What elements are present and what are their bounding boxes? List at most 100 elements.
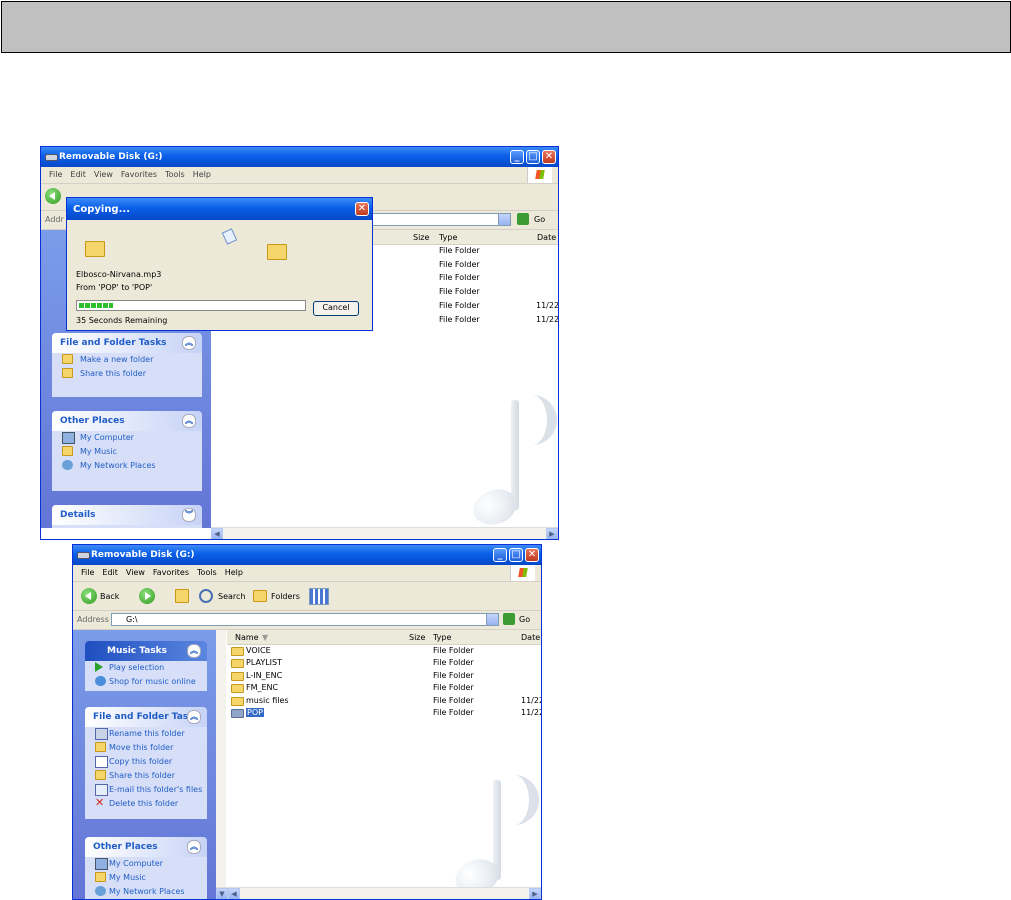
task-move-folder[interactable]: Move this folder bbox=[85, 741, 207, 755]
scroll-left-icon[interactable]: ◀ bbox=[228, 888, 240, 899]
column-type[interactable]: Type bbox=[433, 633, 451, 642]
task-shop-music-online[interactable]: Shop for music online bbox=[85, 675, 207, 689]
title-bar[interactable]: Removable Disk (G:) _ □ ✕ bbox=[41, 147, 558, 167]
task-pane-scrollbar[interactable] bbox=[216, 630, 226, 890]
share-folder-icon bbox=[62, 368, 73, 378]
menu-favorites[interactable]: Favorites bbox=[153, 568, 189, 577]
delete-icon: ✕ bbox=[95, 796, 105, 809]
expand-icon[interactable]: ︾ bbox=[182, 508, 196, 522]
place-my-computer[interactable]: My Computer bbox=[52, 431, 202, 445]
go-arrow-icon[interactable] bbox=[503, 613, 515, 625]
menu-edit[interactable]: Edit bbox=[102, 568, 118, 577]
search-icon[interactable] bbox=[199, 589, 213, 603]
table-row[interactable]: POP File Folder 11/22, bbox=[231, 708, 541, 720]
close-button[interactable]: ✕ bbox=[542, 150, 556, 164]
row-name: FM_ENC bbox=[246, 683, 279, 693]
table-row[interactable]: PLAYLIST File Folder bbox=[231, 658, 539, 670]
table-row[interactable]: FM_ENC File Folder bbox=[231, 683, 539, 695]
copy-icon bbox=[95, 756, 108, 768]
menu-help[interactable]: Help bbox=[193, 170, 211, 179]
menu-file[interactable]: File bbox=[49, 170, 62, 179]
close-button[interactable]: ✕ bbox=[355, 202, 369, 216]
column-type[interactable]: Type bbox=[439, 233, 457, 242]
maximize-button[interactable]: □ bbox=[509, 548, 523, 562]
copy-from-to: From 'POP' to 'POP' bbox=[76, 283, 153, 292]
go-label[interactable]: Go bbox=[519, 615, 530, 624]
task-play-selection[interactable]: Play selection bbox=[85, 661, 207, 675]
task-make-new-folder[interactable]: Make a new folder bbox=[52, 353, 202, 367]
menu-view[interactable]: View bbox=[94, 170, 113, 179]
search-button[interactable]: Search bbox=[218, 592, 245, 601]
row-type: File Folder bbox=[433, 695, 474, 705]
place-my-computer[interactable]: My Computer bbox=[85, 857, 207, 871]
chevron-down-icon[interactable] bbox=[498, 214, 510, 225]
task-rename-folder[interactable]: Rename this folder bbox=[85, 727, 207, 741]
minimize-button[interactable]: _ bbox=[493, 548, 507, 562]
task-delete-folder[interactable]: ✕ Delete this folder bbox=[85, 797, 207, 811]
task-pane: Music Tasks ︽ Play selection Shop for mus… bbox=[73, 630, 216, 899]
menu-file[interactable]: File bbox=[81, 568, 94, 577]
maximize-button[interactable]: □ bbox=[526, 150, 540, 164]
forward-icon[interactable] bbox=[139, 588, 155, 604]
close-button[interactable]: ✕ bbox=[525, 548, 539, 562]
music-note-watermark bbox=[461, 380, 558, 527]
column-name[interactable]: Name bbox=[235, 633, 259, 642]
dialog-title-bar[interactable]: Copying... ✕ bbox=[67, 198, 372, 220]
task-share-folder[interactable]: Share this folder bbox=[52, 367, 202, 381]
horizontal-scrollbar[interactable]: ◀ ▶ bbox=[211, 527, 558, 539]
back-button[interactable]: Back bbox=[100, 592, 119, 601]
up-folder-icon[interactable] bbox=[175, 589, 189, 603]
music-note-watermark bbox=[437, 760, 539, 888]
go-label[interactable]: Go bbox=[534, 215, 545, 224]
column-size[interactable]: Size bbox=[409, 633, 425, 642]
column-date[interactable]: Date bbox=[537, 233, 556, 242]
address-input[interactable] bbox=[371, 213, 511, 226]
collapse-icon[interactable]: ︽ bbox=[182, 336, 196, 350]
collapse-icon[interactable]: ︽ bbox=[187, 710, 201, 724]
menu-edit[interactable]: Edit bbox=[70, 170, 86, 179]
column-size[interactable]: Size bbox=[413, 233, 429, 242]
views-icon[interactable] bbox=[309, 588, 329, 605]
column-date[interactable]: Date bbox=[521, 633, 540, 642]
back-icon[interactable] bbox=[81, 588, 97, 604]
go-arrow-icon[interactable] bbox=[517, 213, 529, 225]
folders-icon[interactable] bbox=[253, 590, 267, 602]
chevron-down-icon[interactable] bbox=[486, 614, 498, 625]
collapse-icon[interactable]: ︽ bbox=[187, 644, 201, 658]
music-folder-icon bbox=[95, 872, 106, 882]
scroll-left-icon[interactable]: ◀ bbox=[211, 528, 223, 539]
scroll-right-icon[interactable]: ▶ bbox=[546, 528, 558, 539]
task-copy-folder[interactable]: Copy this folder bbox=[85, 755, 207, 769]
place-my-network-places[interactable]: My Network Places bbox=[85, 885, 207, 899]
table-row[interactable]: VOICE File Folder bbox=[231, 646, 539, 658]
file-folder-tasks-panel: File and Folder Tasks ︽ Make a new folder… bbox=[52, 333, 202, 397]
row-type: File Folder bbox=[439, 300, 480, 310]
cancel-button[interactable]: Cancel bbox=[313, 301, 359, 316]
menu-favorites[interactable]: Favorites bbox=[121, 170, 157, 179]
address-input[interactable]: G:\ bbox=[111, 613, 499, 626]
place-my-music[interactable]: My Music bbox=[85, 871, 207, 885]
collapse-icon[interactable]: ︽ bbox=[187, 840, 201, 854]
sort-icon: ▼ bbox=[262, 633, 269, 642]
scroll-down-icon[interactable]: ▼ bbox=[216, 888, 228, 899]
collapse-icon[interactable]: ︽ bbox=[182, 414, 196, 428]
windows-logo-icon bbox=[510, 565, 535, 581]
menu-help[interactable]: Help bbox=[225, 568, 243, 577]
task-email-files[interactable]: E-mail this folder's files bbox=[85, 783, 207, 797]
menu-tools[interactable]: Tools bbox=[165, 170, 185, 179]
folders-button[interactable]: Folders bbox=[271, 592, 300, 601]
table-row[interactable]: L-IN_ENC File Folder bbox=[231, 671, 539, 683]
task-share-folder[interactable]: Share this folder bbox=[85, 769, 207, 783]
menu-tools[interactable]: Tools bbox=[197, 568, 217, 577]
place-my-music[interactable]: My Music bbox=[52, 445, 202, 459]
title-bar[interactable]: Removable Disk (G:) _ □ ✕ bbox=[73, 545, 541, 565]
minimize-button[interactable]: _ bbox=[510, 150, 524, 164]
horizontal-scrollbar[interactable]: ▼ ◀ ▶ bbox=[216, 887, 541, 899]
table-row[interactable]: music files File Folder 11/22, bbox=[231, 695, 541, 708]
place-my-network-places[interactable]: My Network Places bbox=[52, 459, 202, 473]
menu-view[interactable]: View bbox=[126, 568, 145, 577]
back-icon[interactable] bbox=[45, 188, 61, 204]
column-headers: Name ▼ Size Type Date bbox=[227, 630, 541, 645]
scroll-right-icon[interactable]: ▶ bbox=[529, 888, 541, 899]
destination-folder-icon bbox=[267, 244, 287, 260]
